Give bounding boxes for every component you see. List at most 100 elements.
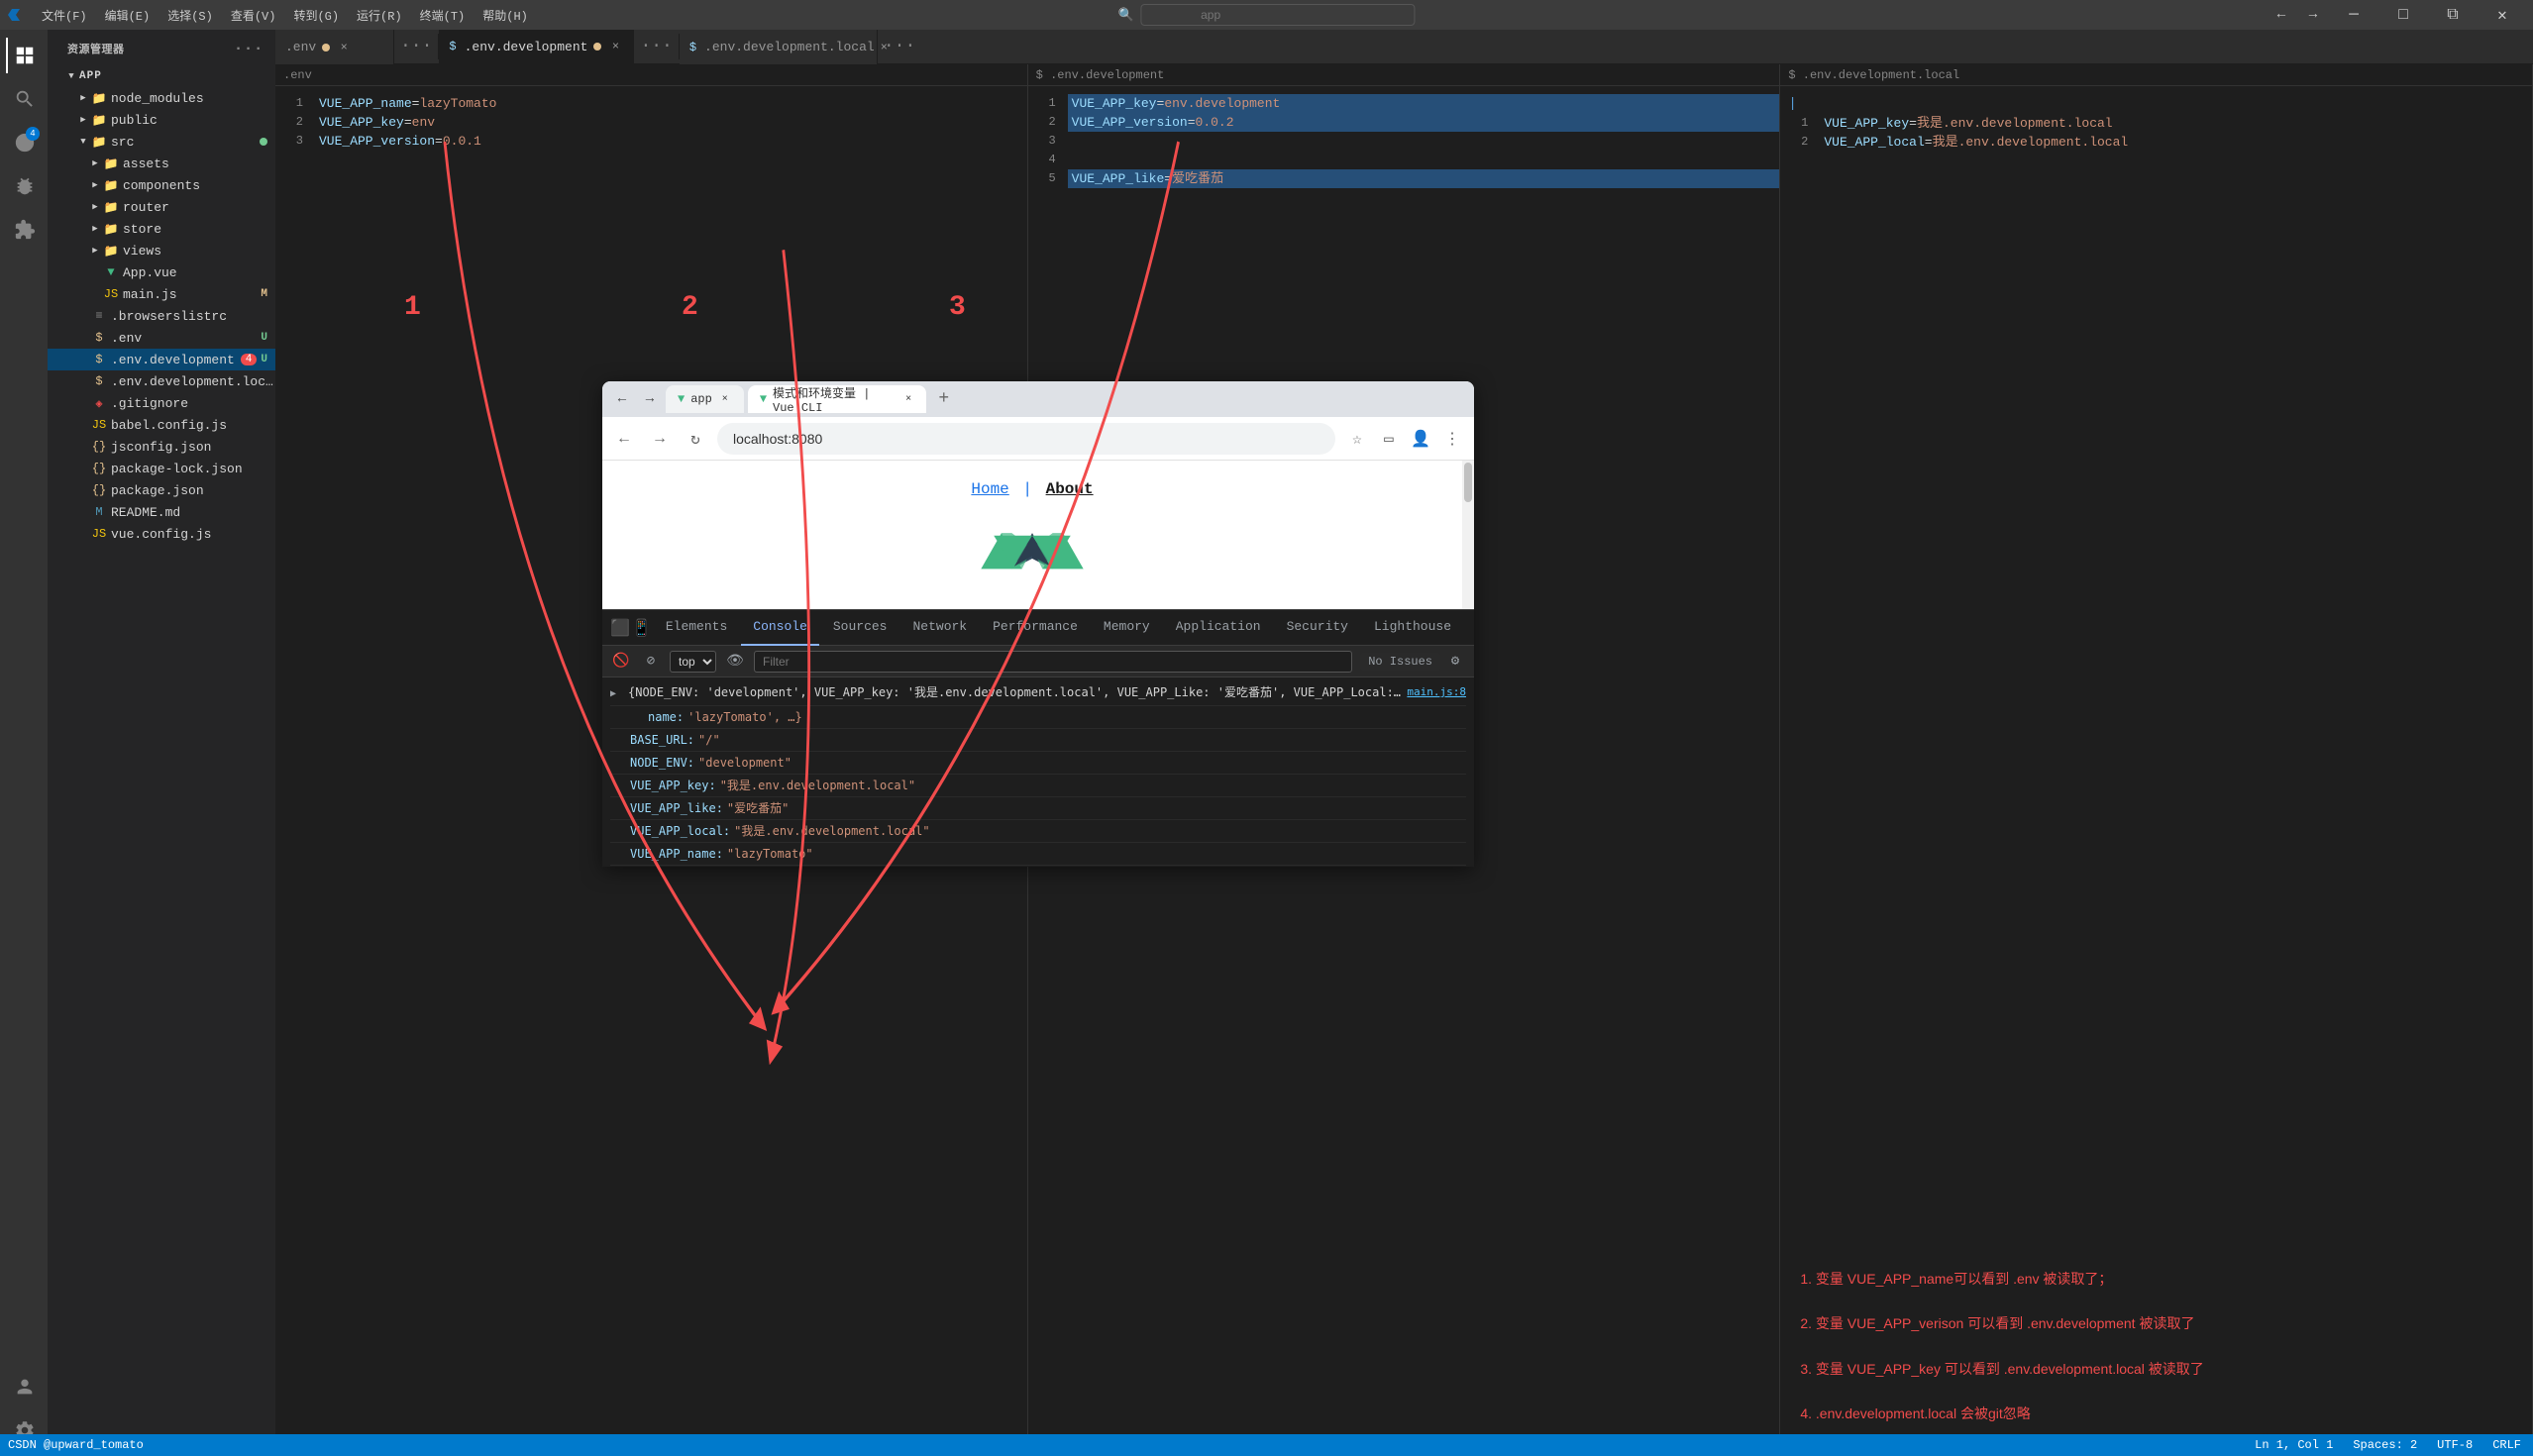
tree-item-app[interactable]: ▼ APP xyxy=(48,65,275,87)
menu-run[interactable]: 运行(R) xyxy=(349,5,410,26)
devtools-tab-application[interactable]: Application xyxy=(1164,610,1273,646)
browser-reload-btn[interactable]: ↻ xyxy=(682,425,709,453)
console-filter-icon[interactable]: ⊘ xyxy=(640,651,662,673)
browser-add-tab[interactable]: + xyxy=(930,385,958,413)
titlebar-search-input[interactable] xyxy=(1140,4,1415,26)
console-eye-icon[interactable]: 👁 xyxy=(724,651,746,673)
activity-account[interactable] xyxy=(6,1369,42,1404)
tree-item-main-js[interactable]: ▶ JS main.js M xyxy=(48,283,275,305)
browser-forward-btn[interactable]: → xyxy=(638,387,662,411)
devtools-tab-elements[interactable]: Elements xyxy=(654,610,739,646)
about-link[interactable]: About xyxy=(1046,480,1094,498)
browser-tab-close-1[interactable]: × xyxy=(718,392,732,406)
tree-item-babel[interactable]: ▶ JS babel.config.js xyxy=(48,414,275,436)
browser-address-bar[interactable] xyxy=(717,423,1335,455)
maximize-btn[interactable]: □ xyxy=(2380,0,2426,30)
browser-scrollbar[interactable] xyxy=(1462,461,1474,609)
console-expand-arrow[interactable]: ▶ xyxy=(610,685,624,703)
browser-menu-icon[interactable]: ⋮ xyxy=(1438,425,1466,453)
browser-tab-app[interactable]: ▼ app × xyxy=(666,385,744,413)
devtools-content[interactable]: ▶ {NODE_ENV: 'development', VUE_APP_key:… xyxy=(602,677,1474,867)
browser-profile-icon[interactable]: 👤 xyxy=(1407,425,1434,453)
tree-item-package-lock[interactable]: ▶ {} package-lock.json xyxy=(48,458,275,479)
nav-back-btn[interactable]: ← xyxy=(2268,4,2295,26)
browser-forward-toolbar[interactable]: → xyxy=(646,425,674,453)
tree-item-assets[interactable]: ▶ 📁 assets xyxy=(48,153,275,174)
minimize-btn[interactable]: ─ xyxy=(2331,0,2376,30)
tree-item-views[interactable]: ▶ 📁 views xyxy=(48,240,275,261)
tree-item-package[interactable]: ▶ {} package.json xyxy=(48,479,275,501)
tab-env-close[interactable]: × xyxy=(336,40,352,55)
tree-item-public[interactable]: ▶ 📁 public xyxy=(48,109,275,131)
home-link[interactable]: Home xyxy=(971,480,1008,498)
menu-view[interactable]: 查看(V) xyxy=(223,5,284,26)
activity-explorer[interactable] xyxy=(6,38,42,73)
statusbar-ln-col[interactable]: Ln 1, Col 1 xyxy=(2251,1438,2337,1452)
statusbar-crlf[interactable]: CRLF xyxy=(2488,1438,2525,1452)
editor-content-3[interactable]: | 1 VUE_APP_key=我是.env.development.local… xyxy=(1780,86,2532,1237)
line-content: VUE_APP_name=lazyTomato xyxy=(315,94,1027,113)
restore-btn[interactable]: ⧉ xyxy=(2430,0,2476,30)
label-readme: README.md xyxy=(111,505,275,520)
devtools-tab-lighthouse[interactable]: Lighthouse xyxy=(1362,610,1463,646)
devtools-inspect-btn[interactable]: ⬛ xyxy=(610,614,630,642)
tree-item-node-modules[interactable]: ▶ 📁 node_modules xyxy=(48,87,275,109)
main-js-link[interactable]: main.js:8 xyxy=(1407,683,1466,701)
devtools-tab-recorder[interactable]: Recorder ⚡ xyxy=(1465,610,1474,646)
tree-item-store[interactable]: ▶ 📁 store xyxy=(48,218,275,240)
tree-item-src[interactable]: ▼ 📁 src xyxy=(48,131,275,153)
browser-bookmark-icon[interactable]: ☆ xyxy=(1343,425,1371,453)
tree-item-vue-config[interactable]: ▶ JS vue.config.js xyxy=(48,523,275,545)
browser-back-btn[interactable]: ← xyxy=(610,387,634,411)
tab-actions-2[interactable]: ··· xyxy=(634,30,678,63)
tree-item-jsconfig[interactable]: ▶ {} jsconfig.json xyxy=(48,436,275,458)
tree-item-components[interactable]: ▶ 📁 components xyxy=(48,174,275,196)
tree-item-readme[interactable]: ▶ M README.md xyxy=(48,501,275,523)
devtools-tab-network[interactable]: Network xyxy=(900,610,979,646)
tree-item-env[interactable]: ▶ $ .env U xyxy=(48,327,275,349)
devtools-tab-console[interactable]: Console xyxy=(741,610,819,646)
tree-item-gitignore[interactable]: ▶ ◈ .gitignore xyxy=(48,392,275,414)
browser-tab-close-2[interactable]: × xyxy=(903,392,914,406)
menu-terminal[interactable]: 终端(T) xyxy=(412,5,474,26)
statusbar-spaces[interactable]: Spaces: 2 xyxy=(2349,1438,2421,1452)
console-settings-btn[interactable]: ⚙ xyxy=(1444,651,1466,673)
activity-debug[interactable] xyxy=(6,168,42,204)
console-top-select[interactable]: top xyxy=(670,651,716,673)
tab-actions-3[interactable]: ··· xyxy=(878,30,921,63)
tab-actions-1[interactable]: ··· xyxy=(394,30,438,63)
tab-env-local[interactable]: $ .env.development.local × xyxy=(680,30,878,64)
devtools-tab-sources[interactable]: Sources xyxy=(821,610,899,646)
devtools-tab-performance[interactable]: Performance xyxy=(981,610,1090,646)
tree-item-env-development[interactable]: ▶ $ .env.development 4 U xyxy=(48,349,275,370)
menu-edit[interactable]: 编辑(E) xyxy=(97,5,158,26)
browser-back-toolbar[interactable]: ← xyxy=(610,425,638,453)
menu-goto[interactable]: 转到(G) xyxy=(285,5,347,26)
menu-select[interactable]: 选择(S) xyxy=(159,5,221,26)
prop-name-val: 'lazyTomato', …} xyxy=(687,708,802,726)
tree-item-browserslistrc[interactable]: ▶ ≡ .browserslistrc xyxy=(48,305,275,327)
sidebar-dots[interactable]: ··· xyxy=(234,40,264,57)
tree-item-env-development-local[interactable]: ▶ $ .env.development.local xyxy=(48,370,275,392)
console-filter-input[interactable] xyxy=(754,651,1352,673)
tree-item-app-vue[interactable]: ▶ ▼ App.vue xyxy=(48,261,275,283)
browser-tab-toggle-icon[interactable]: ▭ xyxy=(1375,425,1403,453)
activity-search[interactable] xyxy=(6,81,42,117)
console-clear-btn[interactable]: 🚫 xyxy=(610,651,632,673)
statusbar: CSDN @upward_tomato Ln 1, Col 1 Spaces: … xyxy=(0,1434,2533,1456)
activity-extensions[interactable] xyxy=(6,212,42,248)
devtools-device-btn[interactable]: 📱 xyxy=(632,614,652,642)
menu-file[interactable]: 文件(F) xyxy=(34,5,95,26)
tree-item-router[interactable]: ▶ 📁 router xyxy=(48,196,275,218)
activity-git[interactable]: 4 xyxy=(6,125,42,160)
nav-forward-btn[interactable]: → xyxy=(2299,4,2327,26)
tab-env-development[interactable]: $ .env.development × xyxy=(439,30,634,64)
close-btn[interactable]: ✕ xyxy=(2480,0,2525,30)
browser-tab-vue-cli[interactable]: ▼ 模式和环境变量 | Vue CLI × xyxy=(748,385,926,413)
tab-env[interactable]: .env × xyxy=(275,30,394,64)
tab-env-dev-close[interactable]: × xyxy=(607,39,623,54)
menu-help[interactable]: 帮助(H) xyxy=(475,5,536,26)
devtools-tab-memory[interactable]: Memory xyxy=(1092,610,1162,646)
statusbar-encoding[interactable]: UTF-8 xyxy=(2433,1438,2477,1452)
devtools-tab-security[interactable]: Security xyxy=(1275,610,1360,646)
